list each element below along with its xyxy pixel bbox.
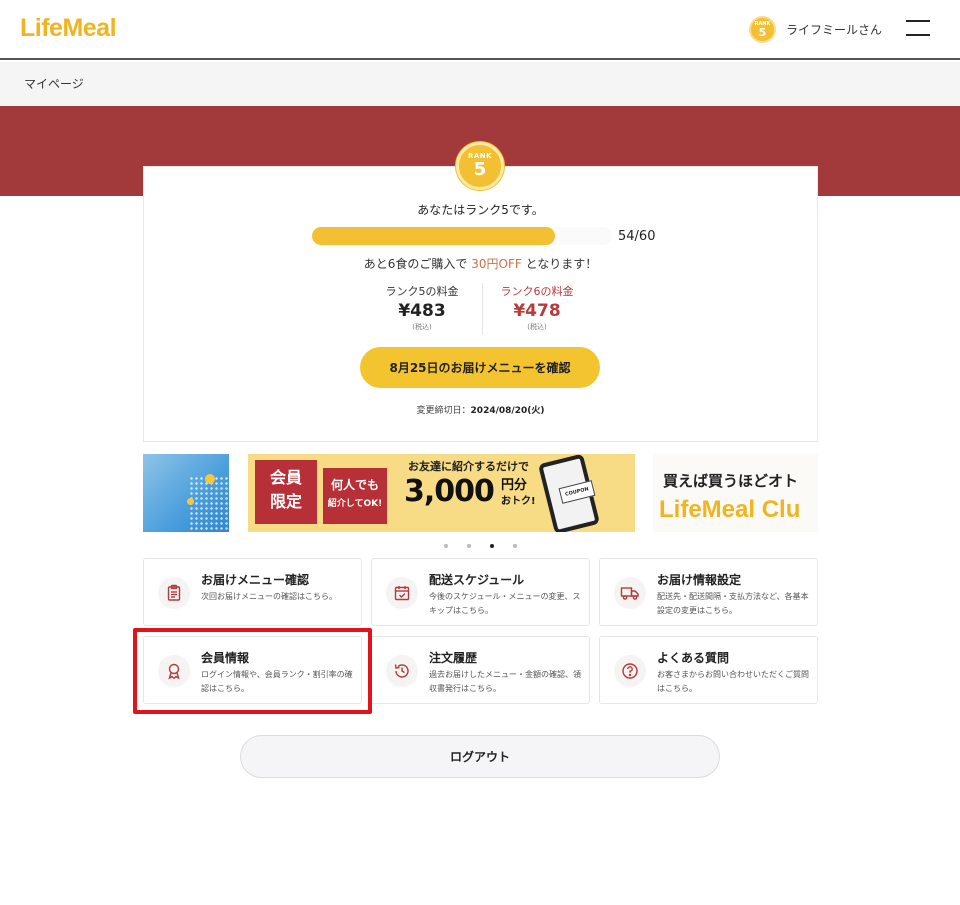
rank-medal-number: 5 bbox=[473, 159, 487, 180]
user-name[interactable]: ライフミールさん bbox=[786, 21, 882, 38]
menu-delivery-settings[interactable]: お届け情報設定 配送先・配送間隔・支払方法など、各基本設定の変更はこちら。 bbox=[599, 558, 818, 626]
referral-tag: 何人でも 紹介してOK! bbox=[323, 468, 387, 524]
club-banner-logo: LifeMeal Clu bbox=[659, 496, 801, 523]
members-only-tag: 会員 限定 bbox=[255, 460, 317, 524]
rank-badge-icon: RANK 5 bbox=[748, 16, 776, 43]
referral-amount: 3,000 bbox=[404, 474, 495, 509]
rank-badge-number: 5 bbox=[758, 25, 767, 39]
banner-previous[interactable] bbox=[143, 454, 229, 532]
next-price-value: ¥478 bbox=[513, 301, 561, 321]
deadline-date: 2024/08/20(火) bbox=[470, 406, 545, 416]
discount-message: あと6食のご購入で 30円OFF となります！ bbox=[144, 255, 817, 272]
calendar-icon bbox=[386, 577, 418, 609]
current-price-tax: (税込) bbox=[412, 323, 432, 331]
next-price-label: ランク6の料金 bbox=[500, 285, 574, 298]
menu-delivery-schedule[interactable]: 配送スケジュール 今後のスケジュール・メニューの変更、スキップはこちら。 bbox=[371, 558, 590, 626]
menu-title: お届けメニュー確認 bbox=[201, 573, 310, 587]
deadline-label: 変更締切日： bbox=[416, 406, 471, 416]
menu-title: お届け情報設定 bbox=[657, 573, 742, 587]
hamburger-menu-icon[interactable] bbox=[906, 20, 930, 36]
discount-prefix: あと6食のご購入で bbox=[363, 257, 468, 271]
menu-faq[interactable]: よくある質問 お客さまからお問い合わせいただくご質問はこちら。 bbox=[599, 636, 818, 704]
menu-description: 配送先・配送間隔・支払方法など、各基本設定の変更はこちら。 bbox=[657, 592, 809, 615]
banner-carousel[interactable]: 会員 限定 何人でも 紹介してOK! お友達に紹介するだけで 3,000 円分 … bbox=[143, 454, 818, 532]
rank-progress-bar bbox=[312, 227, 612, 245]
logout-button[interactable]: ログアウト bbox=[240, 735, 720, 778]
discount-amount: 30円OFF bbox=[471, 257, 522, 271]
change-deadline: 変更締切日：2024/08/20(火) bbox=[144, 403, 817, 416]
carousel-dot[interactable] bbox=[513, 544, 517, 548]
lifemeal-logo[interactable]: LifeMeal bbox=[20, 14, 117, 43]
members-only-text: 会員 限定 bbox=[269, 468, 302, 511]
referral-amount-unit: 円分 bbox=[501, 478, 528, 493]
menu-description: お客さまからお問い合わせいただくご質問はこちら。 bbox=[657, 670, 809, 693]
rank-medal-icon: RANK 5 bbox=[456, 142, 504, 190]
referral-tag-small: 紹介してOK! bbox=[327, 499, 383, 509]
truck-icon bbox=[614, 577, 646, 609]
menu-order-history[interactable]: 注文履歴 過去お届けしたメニュー・金額の確認、領収書発行はこちら。 bbox=[371, 636, 590, 704]
menu-description: 今後のスケジュール・メニューの変更、スキップはこちら。 bbox=[429, 592, 581, 615]
next-price-tax: (税込) bbox=[527, 323, 547, 331]
confirm-delivery-menu-button[interactable]: 8月25日のお届けメニューを確認 bbox=[360, 347, 600, 388]
banner-lifemeal-club[interactable]: 買えば買うほどオト LifeMeal Clu bbox=[653, 454, 818, 532]
referral-amount-sub: 円分 おトク! bbox=[501, 478, 536, 509]
current-price-label: ランク5の料金 bbox=[385, 285, 459, 298]
rank-progress-fill bbox=[312, 227, 555, 245]
current-rank-price: ランク5の料金 ¥483 (税込) bbox=[362, 283, 482, 332]
current-price-value: ¥483 bbox=[398, 301, 446, 321]
carousel-dot-active[interactable] bbox=[490, 544, 494, 548]
menu-title: よくある質問 bbox=[657, 651, 730, 665]
menu-member-info[interactable]: 会員情報 ログイン情報や、会員ランク・割引率の確認はこちら。 bbox=[143, 636, 362, 704]
discount-suffix: となります！ bbox=[525, 257, 598, 271]
club-banner-title: 買えば買うほどオト bbox=[663, 472, 799, 490]
referral-headline: お友達に紹介するだけで bbox=[408, 460, 529, 473]
menu-description: 次回お届けメニューの確認はこちら。 bbox=[201, 592, 337, 601]
breadcrumb: マイページ bbox=[0, 62, 960, 106]
carousel-dot[interactable] bbox=[467, 544, 471, 548]
carousel-dot[interactable] bbox=[444, 544, 448, 548]
menu-title: 注文履歴 bbox=[429, 651, 478, 665]
menu-title: 配送スケジュール bbox=[429, 573, 525, 587]
question-icon bbox=[614, 655, 646, 687]
user-account[interactable]: RANK 5 ライフミールさん bbox=[748, 16, 882, 43]
menu-description: ログイン情報や、会員ランク・割引率の確認はこちら。 bbox=[201, 670, 353, 693]
referral-tag-big: 何人でも bbox=[330, 478, 379, 492]
referral-amount-note: おトク! bbox=[501, 496, 536, 507]
carousel-pagination bbox=[444, 544, 517, 548]
history-icon bbox=[386, 655, 418, 687]
rank-card: あなたはランク5です。 54/60 あと6食のご購入で 30円OFF となります… bbox=[143, 166, 818, 442]
header: LifeMeal RANK 5 ライフミールさん bbox=[0, 0, 960, 60]
rank-progress-count: 54/60 bbox=[618, 229, 656, 244]
clipboard-icon bbox=[158, 577, 190, 609]
award-icon bbox=[158, 655, 190, 687]
next-rank-price: ランク6の料金 ¥478 (税込) bbox=[477, 283, 597, 332]
rank-message: あなたはランク5です。 bbox=[417, 203, 544, 217]
menu-delivery-menu[interactable]: お届けメニュー確認 次回お届けメニューの確認はこちら。 bbox=[143, 558, 362, 626]
menu-description: 過去お届けしたメニュー・金額の確認、領収書発行はこちら。 bbox=[429, 670, 581, 693]
menu-title: 会員情報 bbox=[201, 651, 250, 665]
banner-referral[interactable]: 会員 限定 何人でも 紹介してOK! お友達に紹介するだけで 3,000 円分 … bbox=[248, 454, 635, 532]
